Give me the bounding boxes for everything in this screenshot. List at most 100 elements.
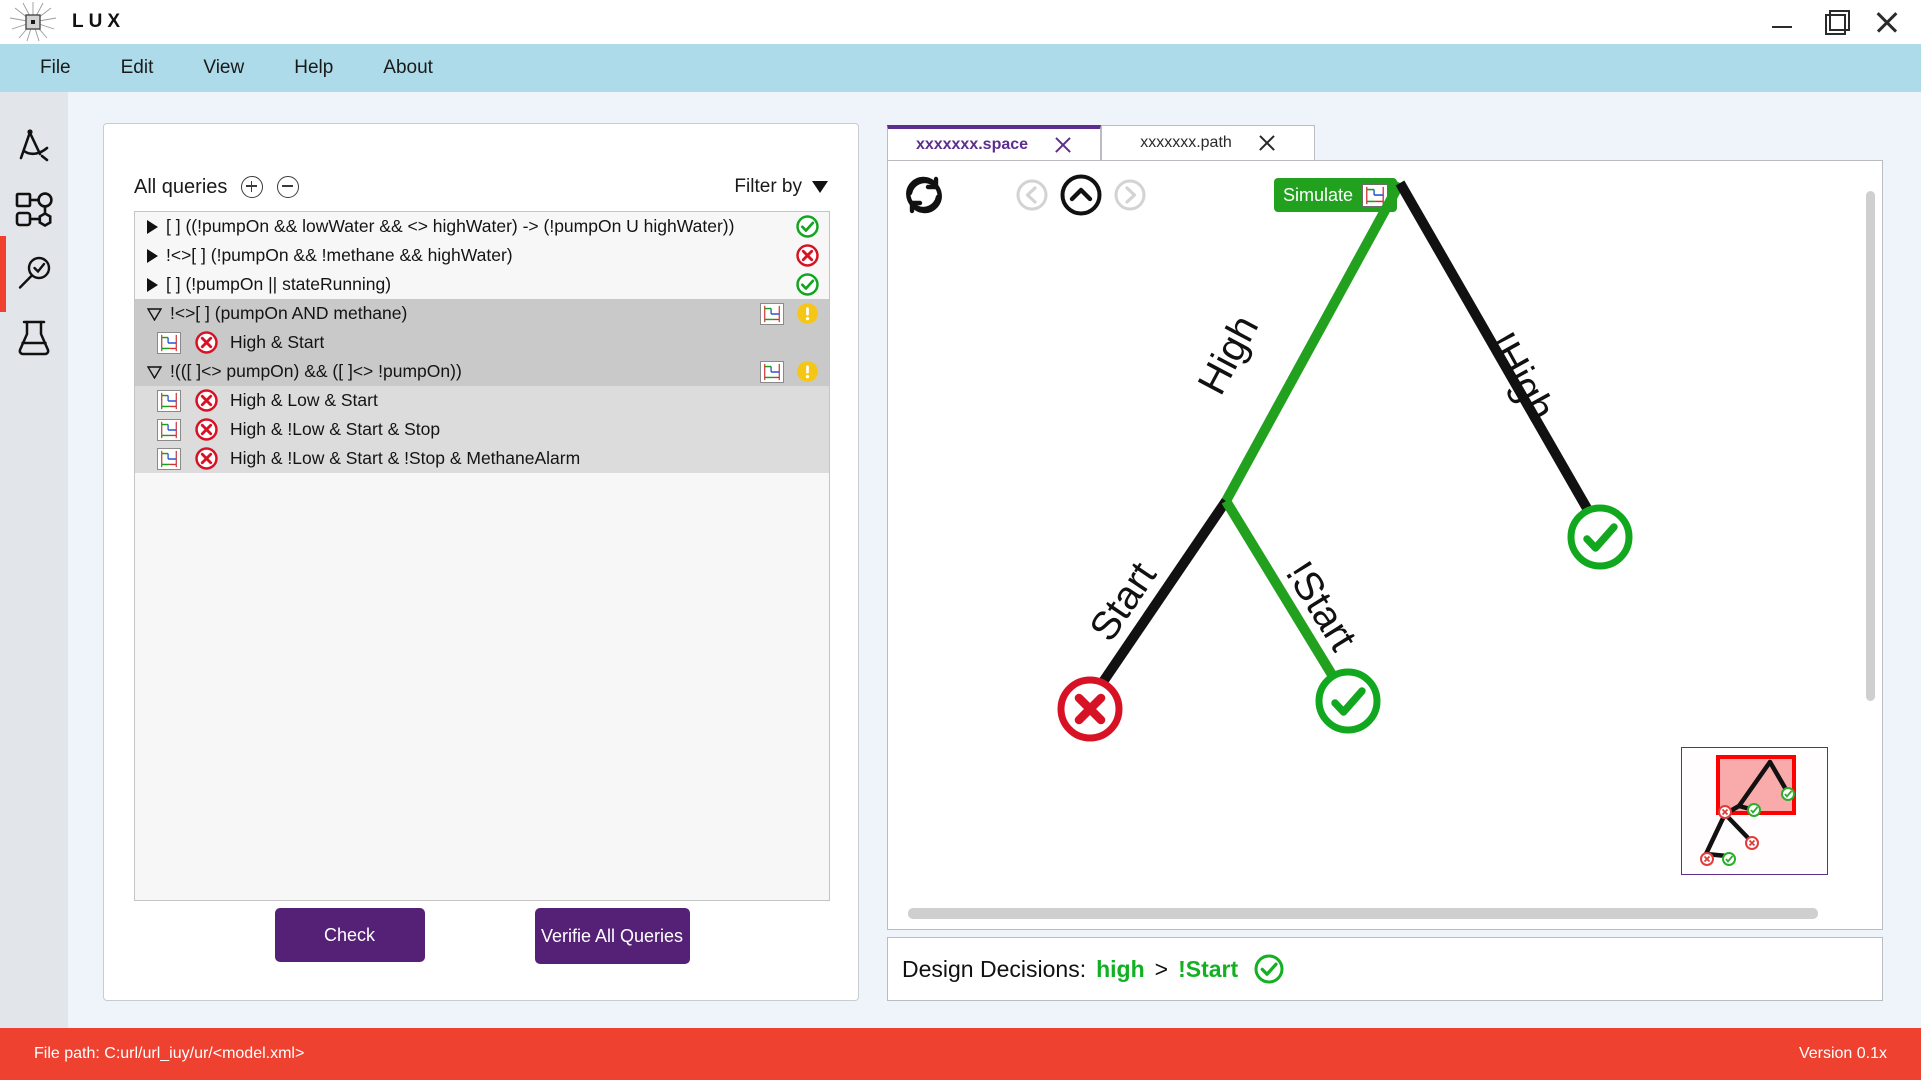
queries-panel: All queries Filter by [ ] ((!pumpOn && l…	[103, 123, 859, 1001]
status-pass-icon	[796, 273, 819, 296]
sidebar	[0, 92, 68, 1046]
status-pass-icon	[796, 215, 819, 238]
chevron-right-icon[interactable]	[147, 248, 158, 263]
timeline-chart-icon[interactable]	[157, 389, 181, 412]
timeline-chart-icon[interactable]	[760, 302, 784, 325]
graph-node-pass-mid	[1315, 668, 1381, 734]
graph-edge-label-high: High	[1190, 308, 1267, 401]
tab-label: xxxxxxx.space	[915, 135, 1029, 153]
menu-item-help[interactable]: Help	[280, 57, 347, 79]
query-row-icons	[796, 215, 819, 238]
timeline-chart-icon[interactable]	[157, 418, 181, 441]
menu-item-about[interactable]: About	[369, 57, 447, 79]
chevron-right-icon[interactable]	[147, 277, 158, 292]
query-row-icons	[796, 244, 819, 267]
sidebar-item-design[interactable]	[0, 114, 68, 178]
status-warning-icon	[797, 361, 818, 382]
queries-panel-header: All queries Filter by	[134, 172, 828, 202]
query-row[interactable]: High & !Low & Start & Stop	[135, 415, 829, 444]
menu-item-file[interactable]: File	[26, 57, 85, 79]
tab-path[interactable]: xxxxxxx.path	[1101, 125, 1315, 161]
graph-node-pass-right	[1567, 504, 1633, 570]
editor-panel: xxxxxxx.space xxxxxxx.path Simulate High…	[887, 123, 1883, 1001]
app-title: LUX	[72, 11, 125, 32]
query-row[interactable]: !<>[ ] (!pumpOn && !methane && highWater…	[135, 241, 829, 270]
close-icon[interactable]	[1054, 136, 1072, 154]
design-decisions-bar: Design Decisions: high > !Start	[887, 937, 1883, 1001]
query-text: !<>[ ] (pumpOn AND methane)	[170, 303, 408, 323]
chevron-down-icon[interactable]	[147, 307, 162, 321]
menu-item-edit[interactable]: Edit	[107, 57, 168, 79]
menu-bar: File Edit View Help About	[0, 44, 1921, 92]
add-query-button[interactable]	[241, 176, 264, 198]
graph-horizontal-scrollbar[interactable]	[908, 908, 1818, 919]
chevron-right-icon[interactable]	[147, 219, 158, 234]
query-text: High & Low & Start	[230, 390, 378, 410]
graph-canvas[interactable]: Simulate High !High Start !Start	[887, 160, 1883, 930]
sidebar-item-model[interactable]	[0, 178, 68, 242]
status-fail-icon	[796, 244, 819, 267]
query-row[interactable]: High & Low & Start	[135, 386, 829, 415]
query-list[interactable]: [ ] ((!pumpOn && lowWater && <> highWate…	[134, 211, 830, 901]
sun-burst-icon	[10, 2, 56, 42]
window-controls	[1769, 0, 1915, 44]
query-text: !<>[ ] (!pumpOn && !methane && highWater…	[166, 245, 513, 265]
filter-by-dropdown[interactable]: Filter by	[734, 176, 828, 198]
graph-vertical-scrollbar[interactable]	[1866, 191, 1875, 701]
status-bar: File path: C:url/url_iuy/ur/<model.xml> …	[0, 1028, 1921, 1080]
query-text: High & !Low & Start & !Stop & MethaneAla…	[230, 448, 581, 468]
restore-icon[interactable]	[1821, 9, 1850, 35]
query-row-icons	[760, 302, 819, 325]
verify-all-queries-button[interactable]: Verifie All Queries	[534, 908, 690, 964]
design-decision-step-2: !Start	[1178, 955, 1239, 982]
graph-edge-label-nothigh: !High	[1479, 325, 1563, 428]
file-path-text: File path: C:url/url_iuy/ur/<model.xml>	[34, 1045, 305, 1062]
queries-panel-buttons: Check Verifie All Queries	[104, 908, 860, 964]
chevron-down-icon[interactable]	[147, 365, 162, 379]
query-text: High & !Low & Start & Stop	[230, 419, 441, 439]
query-text: [ ] ((!pumpOn && lowWater && <> highWate…	[166, 216, 735, 236]
main-content: All queries Filter by [ ] ((!pumpOn && l…	[68, 92, 1921, 1046]
sidebar-item-verify[interactable]	[0, 236, 68, 312]
status-pass-icon	[1254, 954, 1284, 984]
query-row-icons	[796, 273, 819, 296]
tab-space[interactable]: xxxxxxx.space	[887, 125, 1101, 161]
graph-node-fail-left	[1057, 676, 1123, 742]
filter-by-label: Filter by	[734, 176, 802, 197]
query-row[interactable]: High & Start	[135, 328, 829, 357]
chevron-down-icon	[812, 181, 828, 193]
minimize-icon[interactable]	[1769, 9, 1795, 35]
status-warning-icon	[797, 303, 818, 324]
graph-minimap[interactable]	[1681, 747, 1828, 875]
version-text: Version 0.1x	[1798, 1045, 1887, 1062]
queries-title: All queries	[134, 175, 228, 198]
query-text: !(([ ]<> pumpOn) && ([ ]<> !pumpOn))	[170, 361, 462, 381]
sidebar-item-experiment[interactable]	[0, 306, 68, 370]
remove-query-button[interactable]	[277, 176, 300, 198]
close-icon[interactable]	[1873, 9, 1899, 35]
design-decision-step-1: high	[1096, 955, 1145, 982]
query-row[interactable]: !(([ ]<> pumpOn) && ([ ]<> !pumpOn))	[135, 357, 829, 386]
query-row[interactable]: !<>[ ] (pumpOn AND methane)	[135, 299, 829, 328]
query-row[interactable]: [ ] ((!pumpOn && lowWater && <> highWate…	[135, 212, 829, 241]
tab-label: xxxxxxx.path	[1140, 134, 1232, 151]
query-text: [ ] (!pumpOn || stateRunning)	[166, 274, 392, 294]
status-fail-icon	[195, 418, 218, 441]
design-decision-separator: >	[1154, 955, 1169, 982]
status-fail-icon	[195, 447, 218, 470]
tab-bar: xxxxxxx.space xxxxxxx.path	[887, 123, 1883, 161]
timeline-chart-icon[interactable]	[760, 360, 784, 383]
timeline-chart-icon[interactable]	[157, 331, 181, 354]
design-decisions-label: Design Decisions:	[902, 955, 1087, 982]
query-row[interactable]: High & !Low & Start & !Stop & MethaneAla…	[135, 444, 829, 473]
timeline-chart-icon[interactable]	[157, 447, 181, 470]
query-text: High & Start	[230, 332, 325, 352]
query-row[interactable]: [ ] (!pumpOn || stateRunning)	[135, 270, 829, 299]
status-fail-icon	[195, 389, 218, 412]
menu-item-view[interactable]: View	[189, 57, 258, 79]
title-bar: LUX	[0, 0, 1921, 44]
query-row-icons	[760, 360, 819, 383]
check-button[interactable]: Check	[274, 908, 425, 962]
close-icon[interactable]	[1258, 134, 1276, 152]
status-fail-icon	[195, 331, 218, 354]
